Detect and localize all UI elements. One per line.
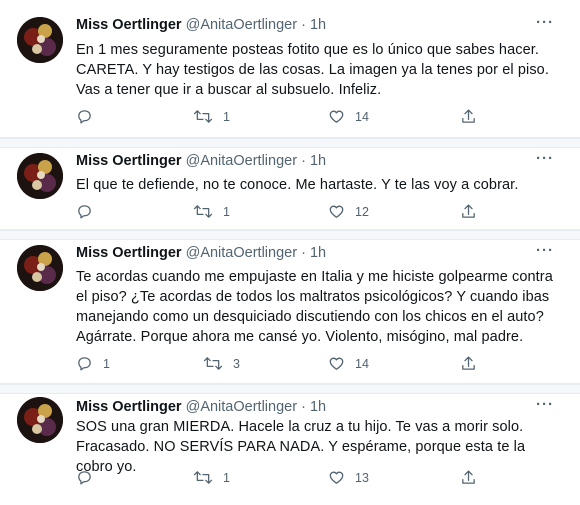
like-count: 13 (355, 470, 369, 485)
tweet-text: El que te defiende, no te conoce. Me har… (76, 177, 519, 193)
reply-count: 1 (103, 356, 110, 371)
author-handle[interactable]: @AnitaOertlinger (186, 399, 297, 415)
like-count: 14 (355, 356, 369, 371)
author-name[interactable]: Miss Oertlinger (76, 153, 182, 169)
reply-button[interactable] (76, 108, 103, 125)
tweet-actions: 1 12 (76, 203, 496, 223)
like-count: 14 (355, 109, 369, 124)
retweet-count: 3 (233, 356, 240, 371)
tweet-actions: 1 14 (76, 108, 496, 128)
author-name[interactable]: Miss Oertlinger (76, 399, 182, 415)
retweet-button[interactable]: 3 (203, 355, 240, 372)
more-icon[interactable]: ··· (536, 14, 554, 31)
author-handle[interactable]: @AnitaOertlinger (186, 245, 297, 261)
more-icon[interactable]: ··· (536, 150, 554, 167)
reply-button[interactable] (76, 469, 103, 486)
tweet[interactable]: Miss Oertlinger @AnitaOertlinger · 1h ··… (0, 394, 580, 505)
separator-dot: · (301, 399, 306, 415)
tweet-header: Miss Oertlinger @AnitaOertlinger · 1h (76, 245, 326, 261)
separator-dot: · (301, 153, 306, 169)
author-handle[interactable]: @AnitaOertlinger (186, 153, 297, 169)
avatar-image (17, 17, 63, 63)
retweet-count: 1 (223, 204, 230, 219)
retweet-icon (193, 110, 213, 123)
like-button[interactable]: 13 (328, 469, 369, 486)
like-button[interactable]: 14 (328, 355, 369, 372)
like-button[interactable]: 14 (328, 108, 369, 125)
tweet-text: SOS una gran MIERDA. Hacele la cruz a tu… (76, 419, 526, 475)
retweet-count: 1 (223, 109, 230, 124)
retweet-button[interactable]: 1 (193, 203, 230, 220)
author-name[interactable]: Miss Oertlinger (76, 17, 182, 33)
tweet-header: Miss Oertlinger @AnitaOertlinger · 1h (76, 153, 326, 169)
like-count: 12 (355, 204, 369, 219)
separator-dot: · (301, 17, 306, 33)
like-button[interactable]: 12 (328, 203, 369, 220)
share-button[interactable] (460, 108, 477, 125)
heart-icon (329, 357, 344, 370)
share-icon (462, 356, 475, 370)
reply-icon (78, 205, 91, 219)
retweet-button[interactable]: 1 (193, 108, 230, 125)
tweet-actions: 1 13 (76, 469, 496, 489)
more-icon[interactable]: ··· (536, 396, 554, 413)
reply-icon (78, 471, 91, 485)
author-handle[interactable]: @AnitaOertlinger (186, 17, 297, 33)
share-icon (462, 470, 475, 484)
heart-icon (329, 205, 344, 218)
avatar-image (17, 397, 63, 443)
tweet-feed: Miss Oertlinger @AnitaOertlinger · 1h ··… (0, 0, 580, 505)
timestamp[interactable]: 1h (310, 153, 326, 169)
retweet-icon (203, 357, 223, 370)
tweet-separator (0, 230, 580, 240)
tweet[interactable]: Miss Oertlinger @AnitaOertlinger · 1h ··… (0, 148, 580, 230)
tweet-separator (0, 138, 580, 148)
tweet[interactable]: Miss Oertlinger @AnitaOertlinger · 1h ··… (0, 240, 580, 384)
tweet-header: Miss Oertlinger @AnitaOertlinger · 1h (76, 17, 326, 33)
more-icon[interactable]: ··· (536, 242, 554, 259)
avatar-image (17, 153, 63, 199)
share-icon (462, 204, 475, 218)
retweet-button[interactable]: 1 (193, 469, 230, 486)
reply-button[interactable] (76, 203, 103, 220)
reply-icon (78, 110, 91, 124)
avatar[interactable] (17, 17, 63, 63)
separator-dot: · (301, 245, 306, 261)
share-button[interactable] (460, 203, 477, 220)
timestamp[interactable]: 1h (310, 17, 326, 33)
tweet-actions: 1 3 14 (76, 355, 496, 375)
share-button[interactable] (460, 469, 477, 486)
tweet-text: Te acordas cuando me empujaste en Italia… (76, 269, 553, 345)
retweet-icon (193, 471, 213, 484)
reply-button[interactable]: 1 (76, 355, 110, 372)
tweet-text: En 1 mes seguramente posteas fotito que … (76, 42, 549, 98)
author-name[interactable]: Miss Oertlinger (76, 245, 182, 261)
reply-icon (78, 357, 91, 371)
tweet-separator (0, 384, 580, 394)
avatar[interactable] (17, 397, 63, 443)
tweet-header: Miss Oertlinger @AnitaOertlinger · 1h (76, 399, 326, 415)
retweet-icon (193, 205, 213, 218)
share-icon (462, 109, 475, 123)
timestamp[interactable]: 1h (310, 399, 326, 415)
tweet[interactable]: Miss Oertlinger @AnitaOertlinger · 1h ··… (0, 0, 580, 138)
timestamp[interactable]: 1h (310, 245, 326, 261)
avatar[interactable] (17, 245, 63, 291)
avatar-image (17, 245, 63, 291)
retweet-count: 1 (223, 470, 230, 485)
heart-icon (329, 471, 344, 484)
heart-icon (329, 110, 344, 123)
share-button[interactable] (460, 355, 477, 372)
avatar[interactable] (17, 153, 63, 199)
